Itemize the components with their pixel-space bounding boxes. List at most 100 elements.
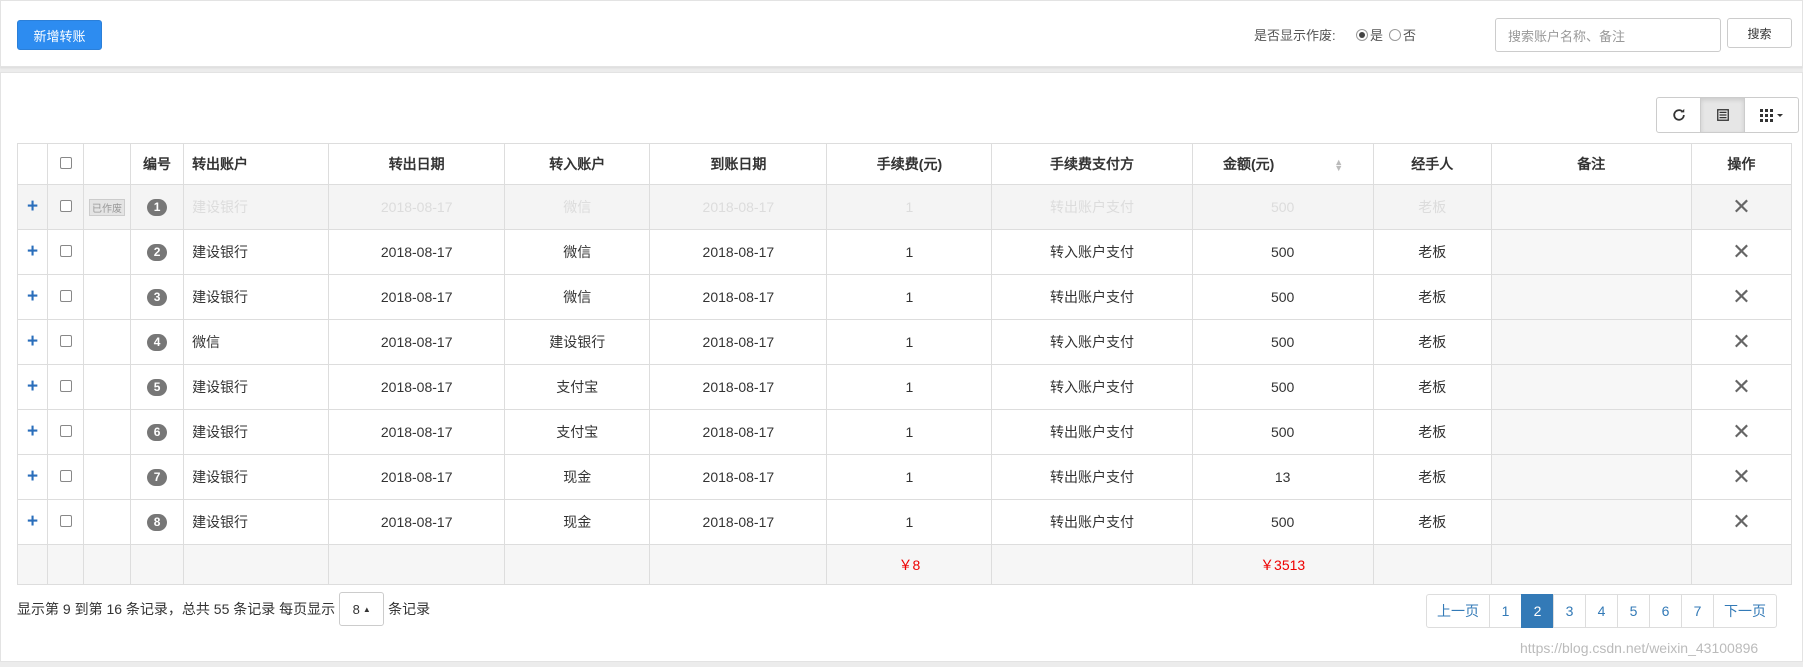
row-checkbox[interactable] (59, 290, 72, 302)
delete-icon[interactable]: ✕ (1732, 284, 1750, 309)
radio-yes-label: 是 (1370, 28, 1384, 43)
void-cell (83, 454, 132, 500)
cell-handler: 老板 (1372, 229, 1492, 275)
row-checkbox[interactable] (59, 515, 72, 527)
expand-icon[interactable]: + (16, 409, 49, 455)
cell-amount: 500 (1191, 364, 1374, 410)
delete-icon[interactable]: ✕ (1732, 419, 1750, 444)
columns-grid-icon[interactable] (1744, 97, 1799, 133)
page-button-3[interactable]: 3 (1553, 594, 1586, 628)
table-row: +5 建设银行 2018-08-17 支付宝 2018-08-17 1 转入账户支付 500 老… (16, 364, 1793, 410)
radio-no[interactable] (1389, 28, 1402, 41)
col-header-to[interactable]: 转入账户 (504, 143, 651, 185)
search-button[interactable]: 搜索 (1727, 18, 1792, 48)
cell-amount: 13 (1191, 454, 1374, 500)
footer-cell (1690, 544, 1793, 585)
col-header-amount[interactable]: 金额(元) ▲ ▼ (1191, 143, 1374, 185)
delete-icon[interactable]: ✕ (1732, 464, 1750, 489)
row-no: 6 (130, 409, 185, 455)
table-row: +6 建设银行 2018-08-17 支付宝 2018-08-17 1 转出账户支付 500 老… (16, 409, 1793, 455)
cell-arrive-date: 2018-08-17 (649, 454, 828, 500)
row-checkbox[interactable] (59, 335, 72, 347)
cell-fee-payer: 转出账户支付 (991, 184, 1193, 230)
page-button-5[interactable]: 5 (1617, 594, 1650, 628)
row-checkbox[interactable] (59, 425, 72, 437)
expand-icon[interactable]: + (16, 454, 49, 500)
cell-from-account: 建设银行 (183, 499, 330, 545)
col-header-from[interactable]: 转出账户 (183, 143, 330, 185)
expand-icon[interactable]: + (16, 364, 49, 410)
delete-icon[interactable]: ✕ (1732, 194, 1750, 219)
cell-to-account: 微信 (504, 184, 651, 230)
cell-note (1490, 319, 1692, 365)
page-size-select[interactable]: 8 ▲ (339, 592, 385, 626)
refresh-icon[interactable] (1656, 97, 1701, 133)
expand-header (16, 143, 49, 185)
cell-to-account: 支付宝 (504, 364, 651, 410)
delete-icon[interactable]: ✕ (1732, 509, 1750, 534)
expand-icon[interactable]: + (16, 274, 49, 320)
col-header-no[interactable]: 编号 (130, 143, 185, 185)
show-void-radio-group: 是 否 (1356, 25, 1416, 44)
watermark: https://blog.csdn.net/weixin_43100896 (1520, 640, 1759, 656)
cell-arrive-date: 2018-08-17 (649, 229, 828, 275)
row-select (47, 499, 85, 545)
page-button-4[interactable]: 4 (1585, 594, 1618, 628)
col-header-out-date[interactable]: 转出日期 (328, 143, 506, 185)
cell-amount: 500 (1191, 274, 1374, 320)
page-button-2[interactable]: 2 (1521, 594, 1554, 628)
col-header-handler[interactable]: 经手人 (1372, 143, 1492, 185)
delete-icon[interactable]: ✕ (1732, 374, 1750, 399)
col-header-payer[interactable]: 手续费支付方 (991, 143, 1193, 185)
cell-from-account: 建设银行 (183, 454, 330, 500)
row-checkbox[interactable] (59, 470, 72, 482)
page-button-7[interactable]: 7 (1681, 594, 1714, 628)
top-panel: 新增转账 是否显示作废: 是 否 搜索账户名称、备注 搜索 (0, 0, 1803, 67)
delete-icon[interactable]: ✕ (1732, 329, 1750, 354)
row-no: 5 (130, 364, 185, 410)
row-checkbox[interactable] (59, 380, 72, 392)
page-next-button[interactable]: 下一页 (1713, 594, 1777, 628)
list-view-icon[interactable] (1700, 97, 1745, 133)
row-checkbox[interactable] (59, 245, 72, 257)
delete-icon[interactable]: ✕ (1732, 239, 1750, 264)
cell-handler: 老板 (1372, 274, 1492, 320)
page-prev-button[interactable]: 上一页 (1426, 594, 1490, 628)
select-all-header (47, 143, 85, 185)
footer-cell (328, 544, 506, 585)
expand-icon[interactable]: + (16, 319, 49, 365)
footer-cell (991, 544, 1193, 585)
cell-out-date: 2018-08-17 (328, 274, 506, 320)
expand-icon[interactable]: + (16, 184, 49, 230)
sort-icon[interactable]: ▲ ▼ (1334, 158, 1343, 173)
expand-icon[interactable]: + (16, 229, 49, 275)
col-header-fee[interactable]: 手续费(元) (826, 143, 993, 185)
footer-cell (504, 544, 651, 585)
search-input[interactable]: 搜索账户名称、备注 (1495, 18, 1721, 52)
void-cell (83, 364, 132, 410)
cell-arrive-date: 2018-08-17 (649, 274, 828, 320)
footer-cell (183, 544, 330, 585)
page-button-6[interactable]: 6 (1649, 594, 1682, 628)
cell-amount: 500 (1191, 499, 1374, 545)
col-header-arrive-date[interactable]: 到账日期 (649, 143, 828, 185)
pager-suffix: 条记录 (388, 601, 431, 617)
cell-note (1490, 274, 1692, 320)
select-all-checkbox[interactable] (59, 157, 72, 169)
cell-fee: 1 (826, 274, 993, 320)
row-checkbox[interactable] (59, 200, 72, 212)
radio-yes[interactable] (1356, 28, 1368, 41)
col-header-note[interactable]: 备注 (1490, 143, 1692, 185)
cell-out-date: 2018-08-17 (328, 229, 506, 275)
row-no: 1 (130, 184, 185, 230)
void-cell (83, 274, 132, 320)
cell-handler: 老板 (1372, 184, 1492, 230)
add-transfer-button[interactable]: 新增转账 (17, 20, 102, 50)
cell-action: ✕ (1690, 319, 1793, 365)
cell-fee-payer: 转出账户支付 (991, 274, 1193, 320)
void-cell (83, 499, 132, 545)
expand-icon[interactable]: + (16, 499, 49, 545)
row-select (47, 184, 85, 230)
page-button-1[interactable]: 1 (1489, 594, 1522, 628)
cell-handler: 老板 (1372, 319, 1492, 365)
